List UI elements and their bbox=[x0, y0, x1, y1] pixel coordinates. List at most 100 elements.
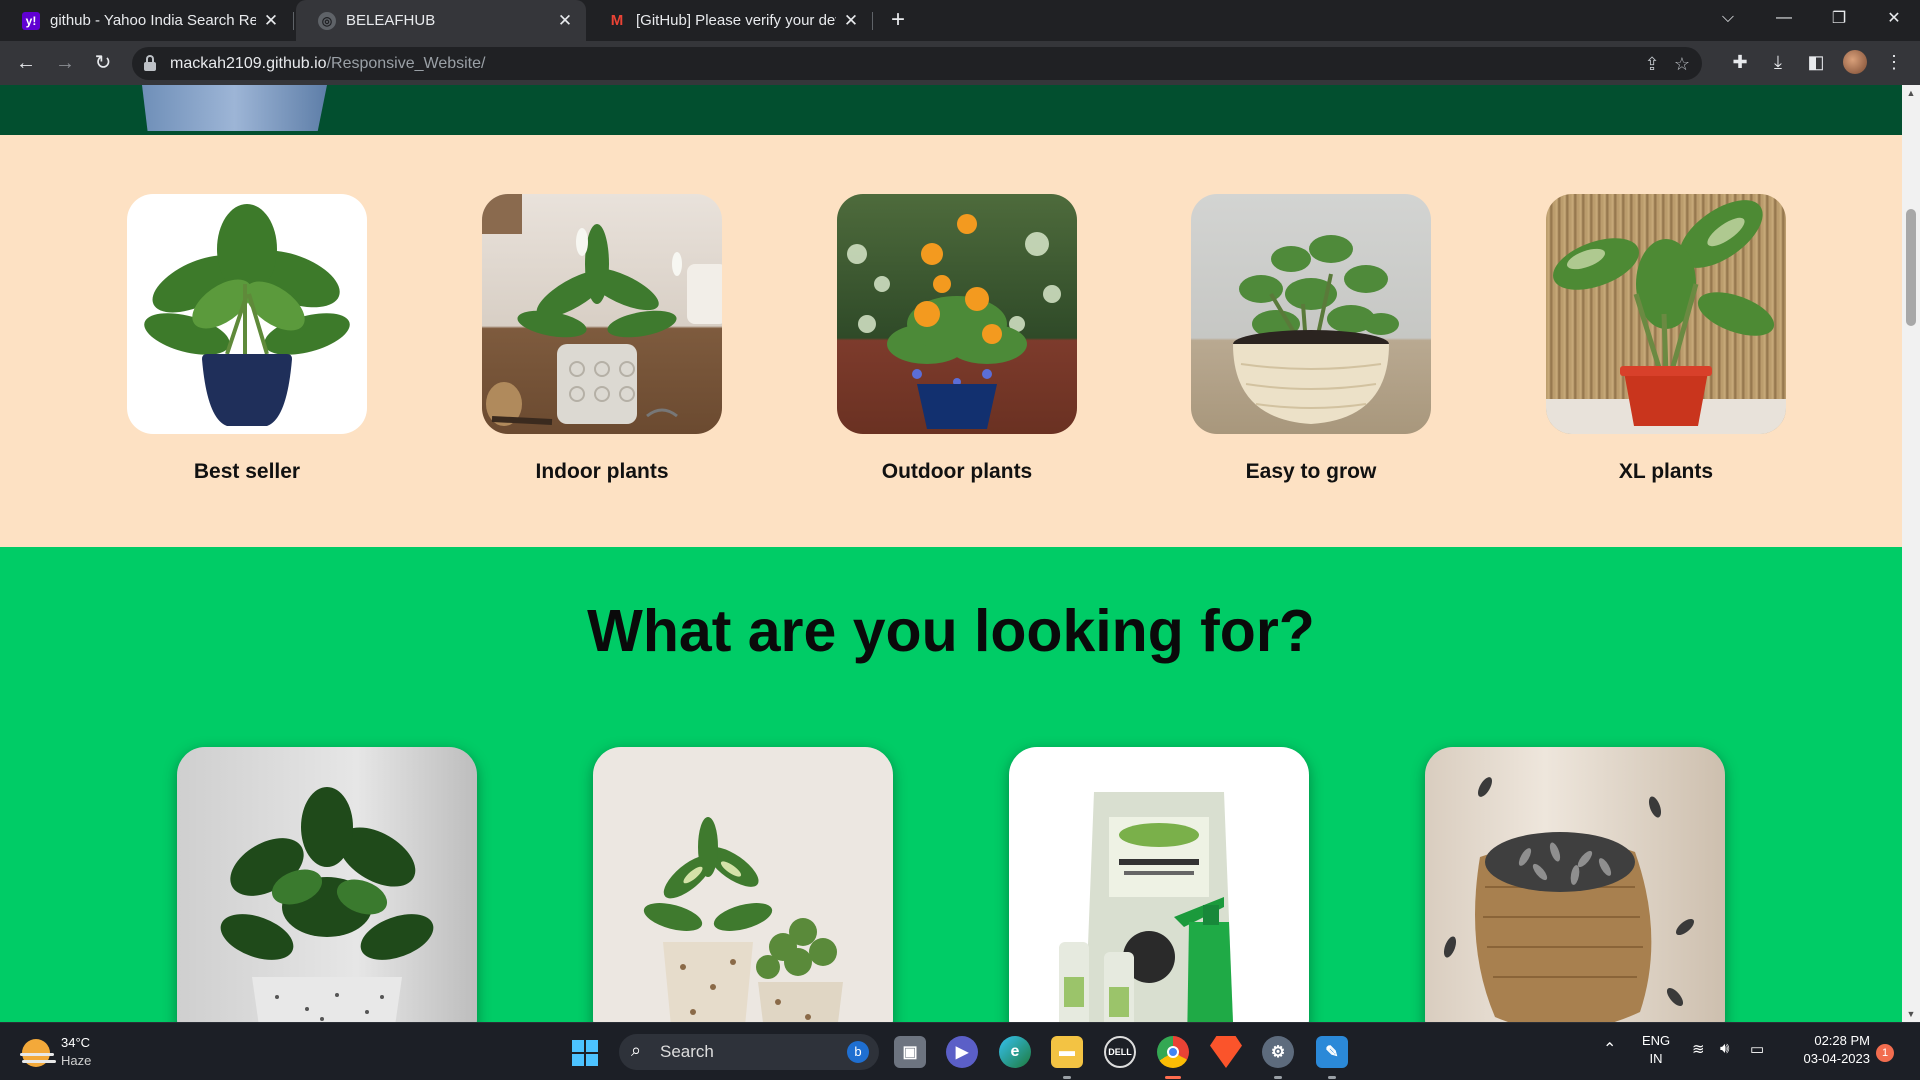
download-icon[interactable]: ⤓ bbox=[1765, 49, 1791, 75]
seeds-image bbox=[1443, 777, 1695, 1022]
easy-to-grow-image[interactable] bbox=[1191, 194, 1431, 434]
tab-github-verify[interactable]: M [GitHub] Please verify your devic ✕ bbox=[586, 0, 872, 41]
search-icon: ⌕ bbox=[631, 1040, 642, 1060]
yahoo-icon: y! bbox=[22, 11, 40, 30]
edge-browser-icon[interactable]: e bbox=[999, 1036, 1031, 1068]
url-host: mackah2109.github.io bbox=[170, 55, 327, 72]
clock[interactable]: 02:28 PM 03-04-2023 bbox=[1792, 1033, 1871, 1066]
money-plant-image bbox=[220, 787, 434, 1022]
back-arrow-icon[interactable]: ← bbox=[11, 48, 41, 78]
looking-card-money-plant[interactable] bbox=[177, 747, 477, 1022]
running-indicator bbox=[1328, 1076, 1336, 1079]
taskbar-search[interactable]: ⌕ Search b bbox=[619, 1034, 879, 1070]
indoor-plants-image[interactable] bbox=[482, 194, 722, 434]
tab-yahoo-search[interactable]: y! github - Yahoo India Search Resu ✕ bbox=[0, 0, 292, 41]
file-explorer-icon[interactable]: ▬ bbox=[1051, 1036, 1083, 1068]
windows-taskbar: 34°C Haze ⌕ Search b ▣ ▶ e ▬ DELL ⚙ ✎ ⌃ … bbox=[0, 1022, 1920, 1080]
category-xl-plants[interactable]: XL plants bbox=[1546, 194, 1786, 484]
paint-app-icon[interactable]: ✎ bbox=[1316, 1036, 1348, 1068]
brave-browser-icon[interactable] bbox=[1210, 1036, 1242, 1068]
browser-toolbar: ← → ↻ mackah2109.github.io/Responsive_We… bbox=[0, 41, 1920, 85]
show-hidden-icons-chevron-icon[interactable]: ⌃ bbox=[1603, 1039, 1616, 1059]
language-code: ENG bbox=[1642, 1033, 1671, 1048]
xl-plants-image[interactable] bbox=[1546, 194, 1786, 434]
wifi-icon[interactable]: ≋ bbox=[1692, 1040, 1705, 1058]
volume-icon[interactable]: 🔊︎ bbox=[1720, 1040, 1729, 1057]
forward-arrow-icon[interactable]: → bbox=[50, 48, 80, 78]
bookmark-star-icon[interactable]: ☆ bbox=[1670, 52, 1694, 76]
hero-model-image bbox=[142, 85, 327, 131]
category-best-seller[interactable]: Best seller bbox=[127, 194, 367, 484]
new-tab-button[interactable]: + bbox=[884, 6, 912, 34]
best-seller-image[interactable] bbox=[127, 194, 367, 434]
extensions-puzzle-icon[interactable]: ✚ bbox=[1727, 49, 1753, 75]
close-tab-icon[interactable]: ✕ bbox=[262, 11, 280, 31]
running-indicator bbox=[1274, 1076, 1282, 1079]
notification-badge[interactable]: 1 bbox=[1876, 1044, 1894, 1062]
profile-avatar[interactable] bbox=[1843, 50, 1867, 74]
scroll-down-arrow-icon[interactable]: ▼ bbox=[1906, 1009, 1916, 1019]
teams-chat-icon[interactable]: ▶ bbox=[946, 1036, 978, 1068]
share-icon[interactable]: ⇪ bbox=[1640, 52, 1664, 76]
address-bar[interactable]: mackah2109.github.io/Responsive_Website/… bbox=[132, 47, 1702, 80]
category-label: XL plants bbox=[1618, 460, 1714, 483]
region-code: IN bbox=[1649, 1051, 1663, 1066]
hero-banner-bottom bbox=[0, 85, 1902, 135]
side-panel-icon[interactable]: ◧ bbox=[1803, 49, 1829, 75]
category-label: Indoor plants bbox=[535, 460, 669, 483]
close-window-button[interactable]: ✕ bbox=[1866, 0, 1920, 36]
running-indicator bbox=[1063, 1076, 1071, 1079]
lock-icon[interactable] bbox=[144, 55, 156, 71]
page-scrollbar[interactable]: ▲ ▼ bbox=[1902, 85, 1920, 1022]
looking-card-indoor[interactable] bbox=[593, 747, 893, 1022]
category-outdoor-plants[interactable]: Outdoor plants bbox=[837, 194, 1077, 484]
tab-search-chevron-icon[interactable]: ⌵ bbox=[1700, 0, 1756, 36]
chrome-menu-icon[interactable]: ⋮ bbox=[1881, 49, 1907, 75]
url-path: /Responsive_Website/ bbox=[326, 55, 486, 72]
tab-title: BELEAFHUB bbox=[346, 12, 436, 29]
tab-title: github - Yahoo India Search Resu bbox=[50, 12, 256, 29]
bing-icon[interactable]: b bbox=[847, 1041, 869, 1063]
reload-icon[interactable]: ↻ bbox=[88, 48, 118, 78]
windows-start-icon[interactable] bbox=[572, 1040, 598, 1066]
scrollbar-thumb[interactable] bbox=[1906, 209, 1916, 326]
outdoor-plants-image[interactable] bbox=[837, 194, 1077, 434]
globe-icon: ◎ bbox=[318, 11, 336, 30]
close-tab-icon[interactable]: ✕ bbox=[556, 11, 574, 31]
web-page: Best seller Indoor plants Outdoor plants… bbox=[0, 85, 1902, 1022]
chrome-icon[interactable] bbox=[1157, 1036, 1189, 1068]
language-indicator[interactable]: ENG IN bbox=[1642, 1033, 1670, 1066]
weather-widget[interactable]: 34°C Haze bbox=[18, 1033, 138, 1073]
clock-time: 02:28 PM bbox=[1814, 1033, 1870, 1048]
category-label: Best seller bbox=[193, 460, 301, 483]
fertilizer-image bbox=[1059, 792, 1234, 1022]
minimize-button[interactable]: — bbox=[1756, 0, 1812, 36]
clock-date: 03-04-2023 bbox=[1803, 1051, 1871, 1066]
tab-divider bbox=[872, 12, 873, 30]
task-view-icon[interactable]: ▣ bbox=[894, 1036, 926, 1068]
restore-button[interactable]: ❐ bbox=[1811, 0, 1867, 36]
scroll-up-arrow-icon[interactable]: ▲ bbox=[1906, 88, 1916, 98]
weather-condition: Haze bbox=[61, 1053, 92, 1068]
battery-icon[interactable]: ▭ bbox=[1750, 1040, 1764, 1058]
tab-strip: y! github - Yahoo India Search Resu ✕ ◎ … bbox=[0, 0, 1920, 41]
active-indicator bbox=[1165, 1076, 1181, 1079]
looking-card-fertilizer[interactable] bbox=[1009, 747, 1309, 1022]
section-title: What are you looking for? bbox=[587, 598, 1315, 664]
looking-card-seeds[interactable] bbox=[1425, 747, 1725, 1022]
weather-temperature: 34°C bbox=[61, 1035, 91, 1050]
haze-line bbox=[20, 1053, 54, 1056]
close-tab-icon[interactable]: ✕ bbox=[842, 11, 860, 31]
settings-gear-icon[interactable]: ⚙ bbox=[1262, 1036, 1294, 1068]
category-indoor-plants[interactable]: Indoor plants bbox=[482, 194, 722, 484]
tab-beleafhub[interactable]: ◎ BELEAFHUB ✕ bbox=[296, 0, 586, 41]
search-label: Search bbox=[660, 1042, 714, 1061]
indoor-plants-image bbox=[643, 817, 843, 1022]
categories-section: Best seller Indoor plants Outdoor plants… bbox=[0, 135, 1902, 547]
url-text[interactable]: mackah2109.github.io/Responsive_Website/ bbox=[170, 55, 485, 73]
category-easy-to-grow[interactable]: Easy to grow bbox=[1191, 194, 1431, 484]
category-label: Easy to grow bbox=[1245, 460, 1377, 483]
dell-icon[interactable]: DELL bbox=[1104, 1036, 1136, 1068]
tab-divider bbox=[293, 12, 294, 30]
haze-line bbox=[22, 1060, 56, 1063]
